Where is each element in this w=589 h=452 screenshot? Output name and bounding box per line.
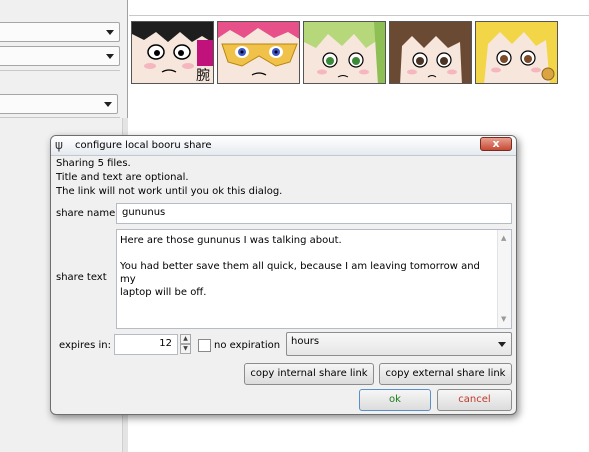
text-scrollbar[interactable]: ▲ ▼: [497, 230, 511, 328]
thumbnail-2[interactable]: [217, 21, 300, 84]
info-line-3: The link will not work until you ok this…: [56, 186, 283, 197]
no-expiration-checkbox[interactable]: [198, 339, 211, 352]
dialog-title: configure local booru share: [75, 140, 212, 151]
dialog-body: Sharing 5 files. Title and text are opti…: [56, 156, 512, 411]
top-rule: [129, 15, 589, 16]
share-name-input[interactable]: gununus: [116, 203, 512, 224]
chevron-down-icon: [106, 54, 114, 59]
share-dialog: ψ configure local booru share x Sharing …: [50, 135, 517, 415]
chevron-down-icon: [106, 30, 114, 35]
ok-button[interactable]: ok: [359, 389, 431, 411]
share-text-line-1: Here are those gununus I was talking abo…: [120, 235, 342, 246]
chevron-down-icon: [498, 342, 506, 347]
thumbnail-4[interactable]: [389, 21, 472, 84]
scroll-down-icon[interactable]: ▼: [501, 313, 506, 326]
info-line-1: Sharing 5 files.: [56, 158, 131, 169]
share-text-line-3: You had better save them all quick, beca…: [120, 261, 480, 285]
stepper-up-icon[interactable]: ▲: [180, 334, 191, 344]
left-divider: [0, 70, 120, 71]
dialog-titlebar[interactable]: ψ configure local booru share x: [51, 136, 516, 156]
left-divider-2: [0, 117, 120, 118]
left-combo-2[interactable]: [0, 46, 120, 66]
no-expiration-label: no expiration: [214, 340, 281, 351]
thumbnail-3[interactable]: [303, 21, 386, 84]
copy-internal-link-button[interactable]: copy internal share link: [244, 363, 374, 385]
expires-label: expires in:: [59, 340, 111, 351]
chevron-down-icon: [104, 102, 112, 107]
share-name-label: share name: [56, 208, 116, 219]
cancel-button[interactable]: cancel: [437, 389, 512, 411]
expires-stepper[interactable]: ▲ ▼: [180, 334, 191, 355]
psi-icon: ψ: [55, 138, 63, 152]
unit-select-value: hours: [291, 336, 320, 347]
share-text-line-2: [120, 247, 493, 260]
left-combo-3[interactable]: [0, 94, 118, 114]
expires-input[interactable]: 12: [114, 334, 178, 355]
scroll-up-icon[interactable]: ▲: [501, 232, 506, 245]
stepper-down-icon[interactable]: ▼: [180, 344, 191, 354]
share-text-area[interactable]: Here are those gununus I was talking abo…: [116, 229, 512, 329]
copy-external-link-button[interactable]: copy external share link: [379, 363, 512, 385]
share-text-line-4: laptop will be off.: [120, 287, 207, 298]
svg-text:腕: 腕: [196, 68, 210, 84]
unit-select[interactable]: hours: [286, 332, 512, 356]
close-button[interactable]: x: [480, 137, 512, 151]
share-text-label: share text: [56, 272, 107, 283]
left-combo-1[interactable]: [0, 22, 120, 42]
thumbnail-5[interactable]: [475, 21, 558, 84]
thumbnail-1[interactable]: 腕: [131, 21, 214, 84]
info-line-2: Title and text are optional.: [56, 172, 189, 183]
